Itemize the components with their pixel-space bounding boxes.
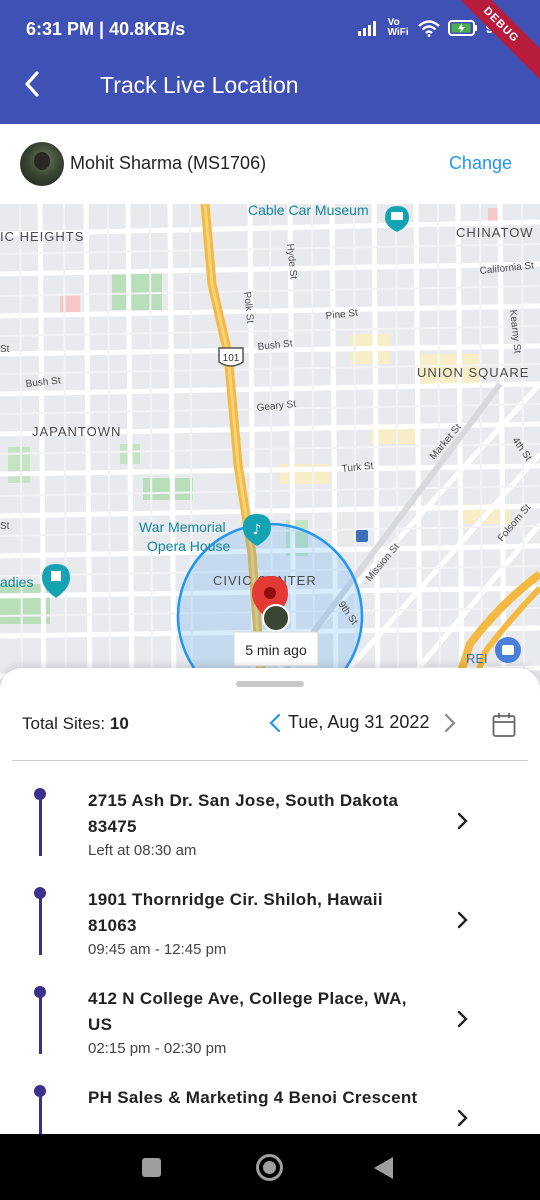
change-employee-button[interactable]: Change	[449, 153, 512, 174]
map-label-turk: Turk St	[341, 461, 374, 475]
map-label-japantown: JAPANTOWN	[32, 424, 121, 439]
site-item[interactable]: 2715 Ash Dr. San Jose, South Dakota 8347…	[0, 778, 540, 877]
timeline-line	[39, 897, 42, 955]
museum-pin-icon[interactable]	[385, 206, 409, 232]
prev-date-chevron-icon[interactable]	[268, 713, 282, 733]
map-label-rei: REI	[466, 651, 488, 666]
calendar-icon[interactable]	[492, 712, 516, 738]
site-address: 1901 Thornridge Cir. Shiloh, Hawaii 8106…	[88, 890, 383, 935]
site-item[interactable]: PH Sales & Marketing 4 Benoi Crescent	[0, 1075, 540, 1134]
map-label-chinatown: CHINATOW	[456, 225, 534, 240]
timeline-line	[39, 996, 42, 1054]
map-label-st-1: St	[0, 344, 10, 355]
map-avatar	[262, 604, 290, 632]
map-label-polk: Polk St	[241, 291, 255, 324]
recents-button[interactable]	[142, 1158, 161, 1177]
selected-date: Tue, Aug 31 2022	[288, 712, 430, 732]
screen: 6:31 PM | 40.8KB/s Vo WiFi DEBUG Track L…	[0, 0, 540, 1200]
divider	[12, 760, 528, 761]
site-address: PH Sales & Marketing 4 Benoi Crescent	[88, 1088, 418, 1107]
map-canvas[interactable]: 101 ♪ Cable Car Museum IC HEIGHTS CHINAT…	[0, 204, 540, 690]
transit-icon	[356, 530, 368, 542]
page-title: Track Live Location	[100, 72, 299, 98]
timeline-line	[39, 1095, 42, 1134]
map-label-bush-2: Bush St	[25, 375, 61, 390]
svg-text:♪: ♪	[253, 522, 262, 538]
total-sites-value: 10	[109, 714, 129, 733]
wifi-icon	[417, 19, 440, 37]
total-sites-label: Total Sites:	[22, 714, 106, 733]
status-icons: Vo WiFi 9	[357, 17, 494, 38]
map-label-war-memorial-1: War Memorial	[139, 519, 226, 535]
site-address: 2715 Ash Dr. San Jose, South Dakota 8347…	[88, 791, 399, 836]
site-time: Left at 08:30 am	[88, 842, 197, 859]
status-bar: 6:31 PM | 40.8KB/s Vo WiFi DEBUG	[0, 0, 540, 86]
system-nav-bar	[0, 1134, 540, 1200]
total-sites: Total Sites: 10	[22, 714, 129, 734]
signal-icon	[357, 21, 376, 36]
map-label-st-2: St	[0, 521, 10, 532]
vowifi-label: Vo WiFi	[387, 17, 409, 38]
map-label-heights: IC HEIGHTS	[0, 229, 84, 244]
site-item[interactable]: 412 N College Ave, College Place, WA, US…	[0, 976, 540, 1075]
avatar	[20, 142, 64, 186]
map-label-cable-car: Cable Car Museum	[248, 204, 369, 218]
map-label-101: 101	[223, 353, 240, 364]
chevron-right-icon[interactable]	[452, 811, 472, 831]
next-date-chevron-icon[interactable]	[443, 713, 457, 733]
back-button[interactable]	[16, 68, 48, 100]
last-seen-label: 5 min ago	[245, 642, 307, 658]
map-label-hyde: Hyde St	[284, 243, 299, 280]
home-button[interactable]	[256, 1154, 283, 1181]
timeline-line	[39, 798, 42, 856]
date-navigator: Tue, Aug 31 2022	[268, 712, 457, 733]
system-back-button[interactable]	[374, 1157, 393, 1179]
site-time: 02:15 pm - 02:30 pm	[88, 1040, 227, 1057]
app-bar: 6:31 PM | 40.8KB/s Vo WiFi DEBUG Track L…	[0, 0, 540, 124]
map-label-4th: 4th St	[510, 435, 534, 463]
employee-row: Mohit Sharma (MS1706) Change	[0, 124, 540, 204]
debug-ribbon: DEBUG	[440, 0, 540, 86]
map-label-war-memorial-2: Opera House	[147, 538, 230, 554]
site-time: 09:45 am - 12:45 pm	[88, 941, 227, 958]
site-address: 412 N College Ave, College Place, WA, US	[88, 989, 407, 1034]
shopping-pin-icon[interactable]	[495, 637, 521, 663]
map-label-union-square: UNION SQUARE	[417, 365, 529, 380]
status-time-speed: 6:31 PM | 40.8KB/s	[26, 19, 186, 39]
chevron-right-icon[interactable]	[452, 1009, 472, 1029]
sheet-drag-handle[interactable]	[236, 681, 304, 687]
site-item[interactable]: 1901 Thornridge Cir. Shiloh, Hawaii 8106…	[0, 877, 540, 976]
sites-sheet: Total Sites: 10 Tue, Aug 31 2022 2715 As…	[0, 668, 540, 1134]
site-list: 2715 Ash Dr. San Jose, South Dakota 8347…	[0, 778, 540, 1134]
map-label-ladies: adies	[0, 574, 33, 590]
chevron-right-icon[interactable]	[452, 910, 472, 930]
chevron-right-icon[interactable]	[452, 1108, 472, 1128]
last-seen-tooltip: 5 min ago	[233, 631, 319, 667]
employee-name: Mohit Sharma (MS1706)	[70, 153, 267, 173]
highway-101-shield: 101	[218, 347, 244, 367]
back-arrow-icon	[25, 71, 39, 97]
battery-icon	[447, 20, 477, 36]
map-view[interactable]: 101 ♪ Cable Car Museum IC HEIGHTS CHINAT…	[0, 204, 540, 690]
